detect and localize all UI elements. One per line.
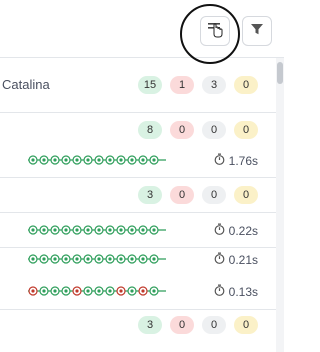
run-pass-dot-center xyxy=(108,289,112,293)
flaky-count-badge: 0 xyxy=(234,76,258,94)
run-pass-dot-center xyxy=(130,257,134,261)
run-fail-dot-center xyxy=(31,289,35,293)
run-pass-dot-center xyxy=(64,158,68,162)
test-run-row[interactable]: 0.21s xyxy=(0,248,276,273)
duration-text: 0.21s xyxy=(228,252,258,267)
stopwatch-icon xyxy=(214,284,225,299)
run-pass-dot-center xyxy=(86,257,90,261)
run-pass-dot-center xyxy=(42,228,46,232)
run-pass-dot-center xyxy=(31,257,35,261)
run-pass-dot-center xyxy=(152,289,156,293)
passed-count-badge: 15 xyxy=(138,76,162,94)
filter-button[interactable] xyxy=(242,16,272,46)
run-pass-dot-center xyxy=(86,289,90,293)
failed-count-badge: 0 xyxy=(170,121,194,139)
run-pass-dot-center xyxy=(64,289,68,293)
flaky-count-badge: 0 xyxy=(234,121,258,139)
scrollbar-track[interactable] xyxy=(276,58,284,352)
flaky-count-badge: 0 xyxy=(234,316,258,334)
run-pass-dot-center xyxy=(119,257,123,261)
run-duration: 0.21s xyxy=(214,252,258,267)
run-duration: 1.76s xyxy=(214,153,258,168)
run-pass-dot-center xyxy=(152,158,156,162)
group-row[interactable]: 3 0 0 0 xyxy=(0,310,276,352)
run-pass-dot-center xyxy=(75,257,79,261)
run-pass-dot-center xyxy=(141,158,145,162)
test-run-row[interactable]: 0.13s xyxy=(0,273,276,310)
duration-text: 1.76s xyxy=(228,153,258,168)
run-fail-dot-center xyxy=(75,289,79,293)
run-pass-dot-center xyxy=(75,228,79,232)
run-pass-dot-center xyxy=(86,228,90,232)
run-duration: 0.13s xyxy=(214,284,258,299)
group-label: Catalina xyxy=(2,77,50,92)
status-counts: 15 1 3 0 xyxy=(138,76,258,94)
filter-icon xyxy=(250,22,264,41)
failed-count-badge: 1 xyxy=(170,76,194,94)
group-row[interactable]: 3 0 0 0 xyxy=(0,178,276,213)
test-run-row[interactable]: 1.76s xyxy=(0,144,276,178)
failed-count-badge: 0 xyxy=(170,316,194,334)
run-fail-dot-center xyxy=(119,289,123,293)
run-pass-dot-center xyxy=(108,257,112,261)
cursor-highlight-circle xyxy=(180,4,240,64)
duration-text: 0.13s xyxy=(228,284,258,299)
run-pass-dot-center xyxy=(152,257,156,261)
failed-count-badge: 0 xyxy=(170,186,194,204)
skipped-count-badge: 0 xyxy=(202,316,226,334)
run-history-dots xyxy=(28,253,166,265)
run-pass-dot-center xyxy=(97,228,101,232)
run-fail-dot-center xyxy=(141,289,145,293)
run-pass-dot-center xyxy=(64,228,68,232)
run-pass-dot-center xyxy=(108,228,112,232)
toolbar xyxy=(0,0,284,64)
test-run-row[interactable]: 0.22s xyxy=(0,213,276,248)
run-pass-dot-center xyxy=(53,257,57,261)
skipped-count-badge: 3 xyxy=(202,76,226,94)
status-counts: 3 0 0 0 xyxy=(138,316,258,334)
run-history-dots xyxy=(28,154,166,166)
run-pass-dot-center xyxy=(53,228,57,232)
run-pass-dot-center xyxy=(42,158,46,162)
run-pass-dot-center xyxy=(141,228,145,232)
skipped-count-badge: 0 xyxy=(202,121,226,139)
status-counts: 3 0 0 0 xyxy=(138,186,258,204)
run-pass-dot-center xyxy=(53,158,57,162)
run-pass-dot-center xyxy=(42,257,46,261)
run-pass-dot-center xyxy=(31,228,35,232)
run-pass-dot-center xyxy=(119,158,123,162)
group-row[interactable]: 8 0 0 0 xyxy=(0,113,276,144)
run-pass-dot-center xyxy=(97,289,101,293)
group-row-catalina[interactable]: Catalina 15 1 3 0 xyxy=(0,58,276,113)
stopwatch-icon xyxy=(214,252,225,267)
run-pass-dot-center xyxy=(97,257,101,261)
run-pass-dot-center xyxy=(141,257,145,261)
run-pass-dot-center xyxy=(108,158,112,162)
run-pass-dot-center xyxy=(31,158,35,162)
run-pass-dot-center xyxy=(119,228,123,232)
run-history-dots xyxy=(28,285,166,297)
flaky-count-badge: 0 xyxy=(234,186,258,204)
run-duration: 0.22s xyxy=(214,223,258,238)
run-history-dots xyxy=(28,224,166,236)
scrollbar-thumb[interactable] xyxy=(277,62,283,84)
run-pass-dot-center xyxy=(130,228,134,232)
run-pass-dot-center xyxy=(53,289,57,293)
run-pass-dot-center xyxy=(75,158,79,162)
run-pass-dot-center xyxy=(130,158,134,162)
run-pass-dot-center xyxy=(86,158,90,162)
stopwatch-icon xyxy=(214,153,225,168)
passed-count-badge: 8 xyxy=(138,121,162,139)
passed-count-badge: 3 xyxy=(138,186,162,204)
run-pass-dot-center xyxy=(152,228,156,232)
skipped-count-badge: 0 xyxy=(202,186,226,204)
run-pass-dot-center xyxy=(130,289,134,293)
status-counts: 8 0 0 0 xyxy=(138,121,258,139)
duration-text: 0.22s xyxy=(228,223,258,238)
passed-count-badge: 3 xyxy=(138,316,162,334)
run-pass-dot-center xyxy=(42,289,46,293)
stopwatch-icon xyxy=(214,223,225,238)
run-pass-dot-center xyxy=(64,257,68,261)
run-pass-dot-center xyxy=(97,158,101,162)
